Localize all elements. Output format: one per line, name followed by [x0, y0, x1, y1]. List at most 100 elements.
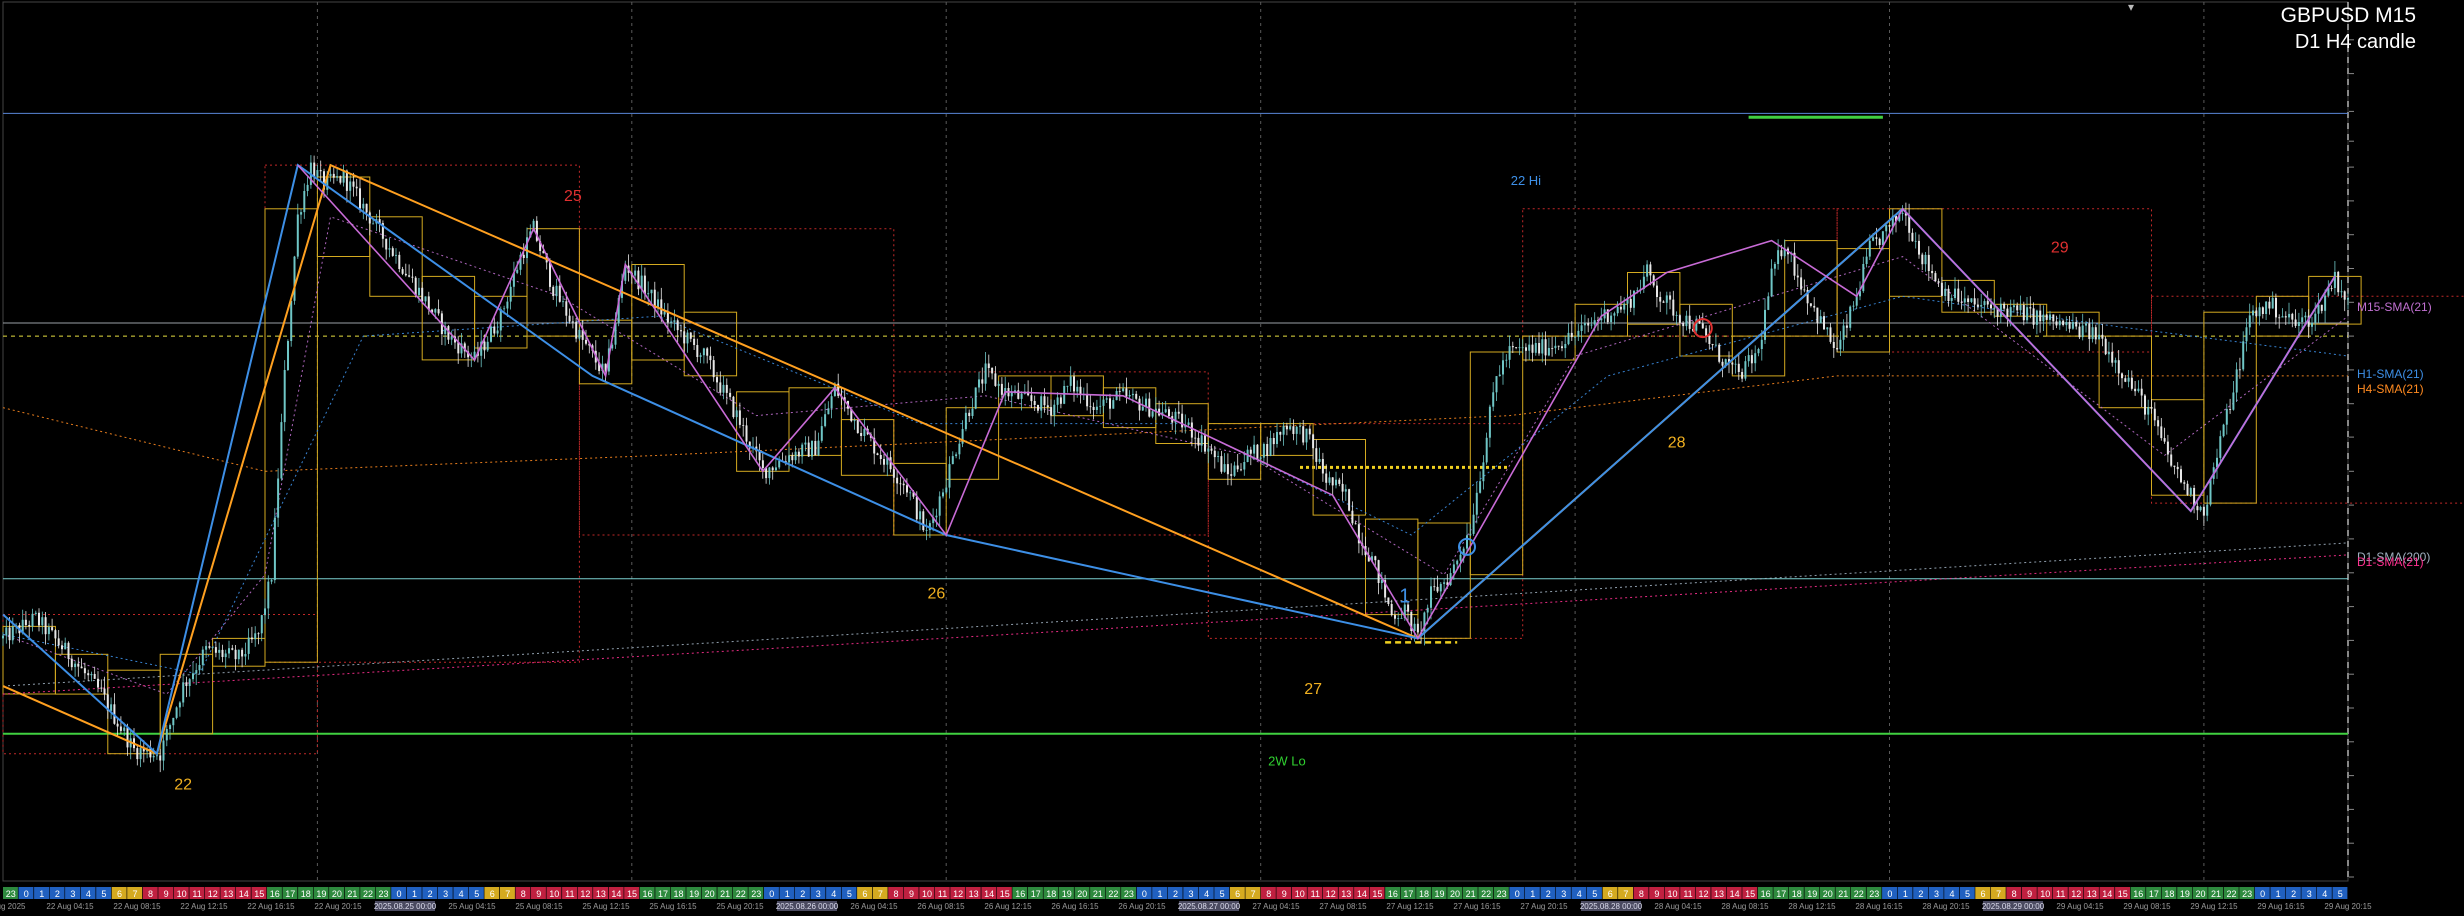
chart-annotation: 2W Lo	[1268, 754, 1306, 769]
candle-body	[1839, 340, 1841, 350]
candle-body	[484, 342, 486, 351]
candle-body	[801, 445, 803, 457]
candle-body	[1260, 458, 1262, 459]
chart-area[interactable]: 1.357451.356601.355651.354901.354251.353…	[0, 0, 2464, 911]
session-hour-label: 9	[909, 889, 914, 899]
candle-body	[768, 468, 770, 479]
candle-body	[1443, 582, 1445, 584]
session-hour-label: 12	[1326, 889, 1336, 899]
candle-body	[664, 312, 666, 315]
candle-body	[346, 171, 348, 191]
candle-body	[935, 516, 937, 518]
session-hour-label: 12	[2071, 889, 2081, 899]
session-hour-label: 11	[938, 889, 947, 899]
candle-body	[290, 301, 292, 341]
candle-body	[683, 331, 685, 343]
session-hour-label: 14	[1730, 889, 1740, 899]
candle-body	[1211, 449, 1213, 451]
session-hour-label: 1	[1530, 889, 1535, 899]
candle-body	[1758, 349, 1760, 353]
candle-body	[556, 286, 558, 296]
candle-body	[1820, 316, 1822, 323]
dropdown-arrow-icon[interactable]: ▾	[2128, 0, 2134, 14]
session-hour-label: 19	[316, 889, 326, 899]
candle-body	[808, 443, 810, 457]
session-hour-label: 2	[428, 889, 433, 899]
candle-body	[1194, 438, 1196, 439]
session-hour-label: 1	[1157, 889, 1162, 899]
time-axis-label: 2025.08.29 00:00	[1982, 902, 2045, 911]
candle-body	[1256, 445, 1258, 459]
candle-body	[1522, 347, 1524, 348]
candle-body	[493, 327, 495, 334]
candle-body	[991, 368, 993, 374]
candle-body	[1312, 434, 1314, 448]
candle-body	[1427, 608, 1429, 613]
candle-body	[1889, 225, 1891, 227]
candle-body	[1240, 469, 1242, 470]
candle-body	[2144, 396, 2146, 415]
candle-body	[1315, 448, 1317, 462]
time-axis-label: 26 Aug 20:15	[1118, 902, 1166, 911]
candle-body	[32, 614, 34, 627]
candle-body	[883, 459, 885, 465]
chart-annotation: 1	[1399, 586, 1410, 608]
candle-body	[1237, 466, 1239, 470]
candle-body	[2016, 305, 2018, 310]
candle-body	[451, 336, 453, 339]
session-hour-label: 23	[1869, 889, 1879, 899]
candle-body	[185, 682, 187, 686]
candle-body	[402, 269, 404, 274]
price-chart[interactable]: 1.357451.356601.355651.354901.354251.353…	[0, 0, 2464, 911]
candle-body	[1286, 426, 1288, 430]
candle-body	[2036, 311, 2038, 325]
candle-body	[1869, 241, 1871, 257]
chart-annotation: 28	[1668, 435, 1686, 452]
session-hour-label: 22	[363, 889, 373, 899]
candle-body	[1355, 523, 1357, 524]
candle-body	[2062, 321, 2064, 325]
candle-body	[225, 654, 227, 658]
candle-body	[120, 727, 122, 731]
time-axis-label: 29 Aug 12:15	[2190, 902, 2238, 911]
candle-body	[2219, 436, 2221, 458]
candle-body	[1984, 301, 1986, 305]
candle-body	[2151, 407, 2153, 409]
candle-body	[1718, 345, 1720, 362]
candle-body	[163, 741, 165, 761]
session-hour-label: 3	[816, 889, 821, 899]
time-axis-label: 27 Aug 08:15	[1319, 902, 1367, 911]
time-axis-label: 22 Aug 04:15	[46, 902, 94, 911]
session-hour-label: 7	[1623, 889, 1628, 899]
candle-body	[1165, 409, 1167, 412]
session-hour-label: 4	[1577, 889, 1582, 899]
session-hour-label: 21	[347, 889, 357, 899]
candle-body	[303, 191, 305, 212]
candle-body	[2160, 426, 2162, 438]
candle-body	[1243, 462, 1245, 470]
session-hour-label: 21	[720, 889, 730, 899]
candle-body	[903, 484, 905, 486]
candle-body	[2075, 322, 2077, 327]
candle-body	[2141, 389, 2143, 396]
candle-body	[677, 320, 679, 330]
candle-body	[425, 296, 427, 301]
session-hour-label: 13	[2087, 889, 2097, 899]
candle-body	[38, 613, 40, 626]
candle-body	[372, 224, 374, 225]
session-hour-label: 22	[1481, 889, 1491, 899]
session-hour-label: 17	[285, 889, 295, 899]
candle-body	[1060, 397, 1062, 403]
candle-body	[857, 420, 859, 433]
session-hour-label: 21	[1466, 889, 1476, 899]
candle-body	[389, 248, 391, 249]
candle-body	[1846, 326, 1848, 328]
candle-body	[320, 170, 322, 171]
candle-body	[1541, 339, 1543, 353]
candle-body	[307, 185, 309, 191]
candle-body	[104, 689, 106, 695]
candle-body	[1974, 298, 1976, 304]
session-hour-label: 13	[596, 889, 606, 899]
session-hour-label: 5	[101, 889, 106, 899]
candle-body	[1548, 348, 1550, 355]
